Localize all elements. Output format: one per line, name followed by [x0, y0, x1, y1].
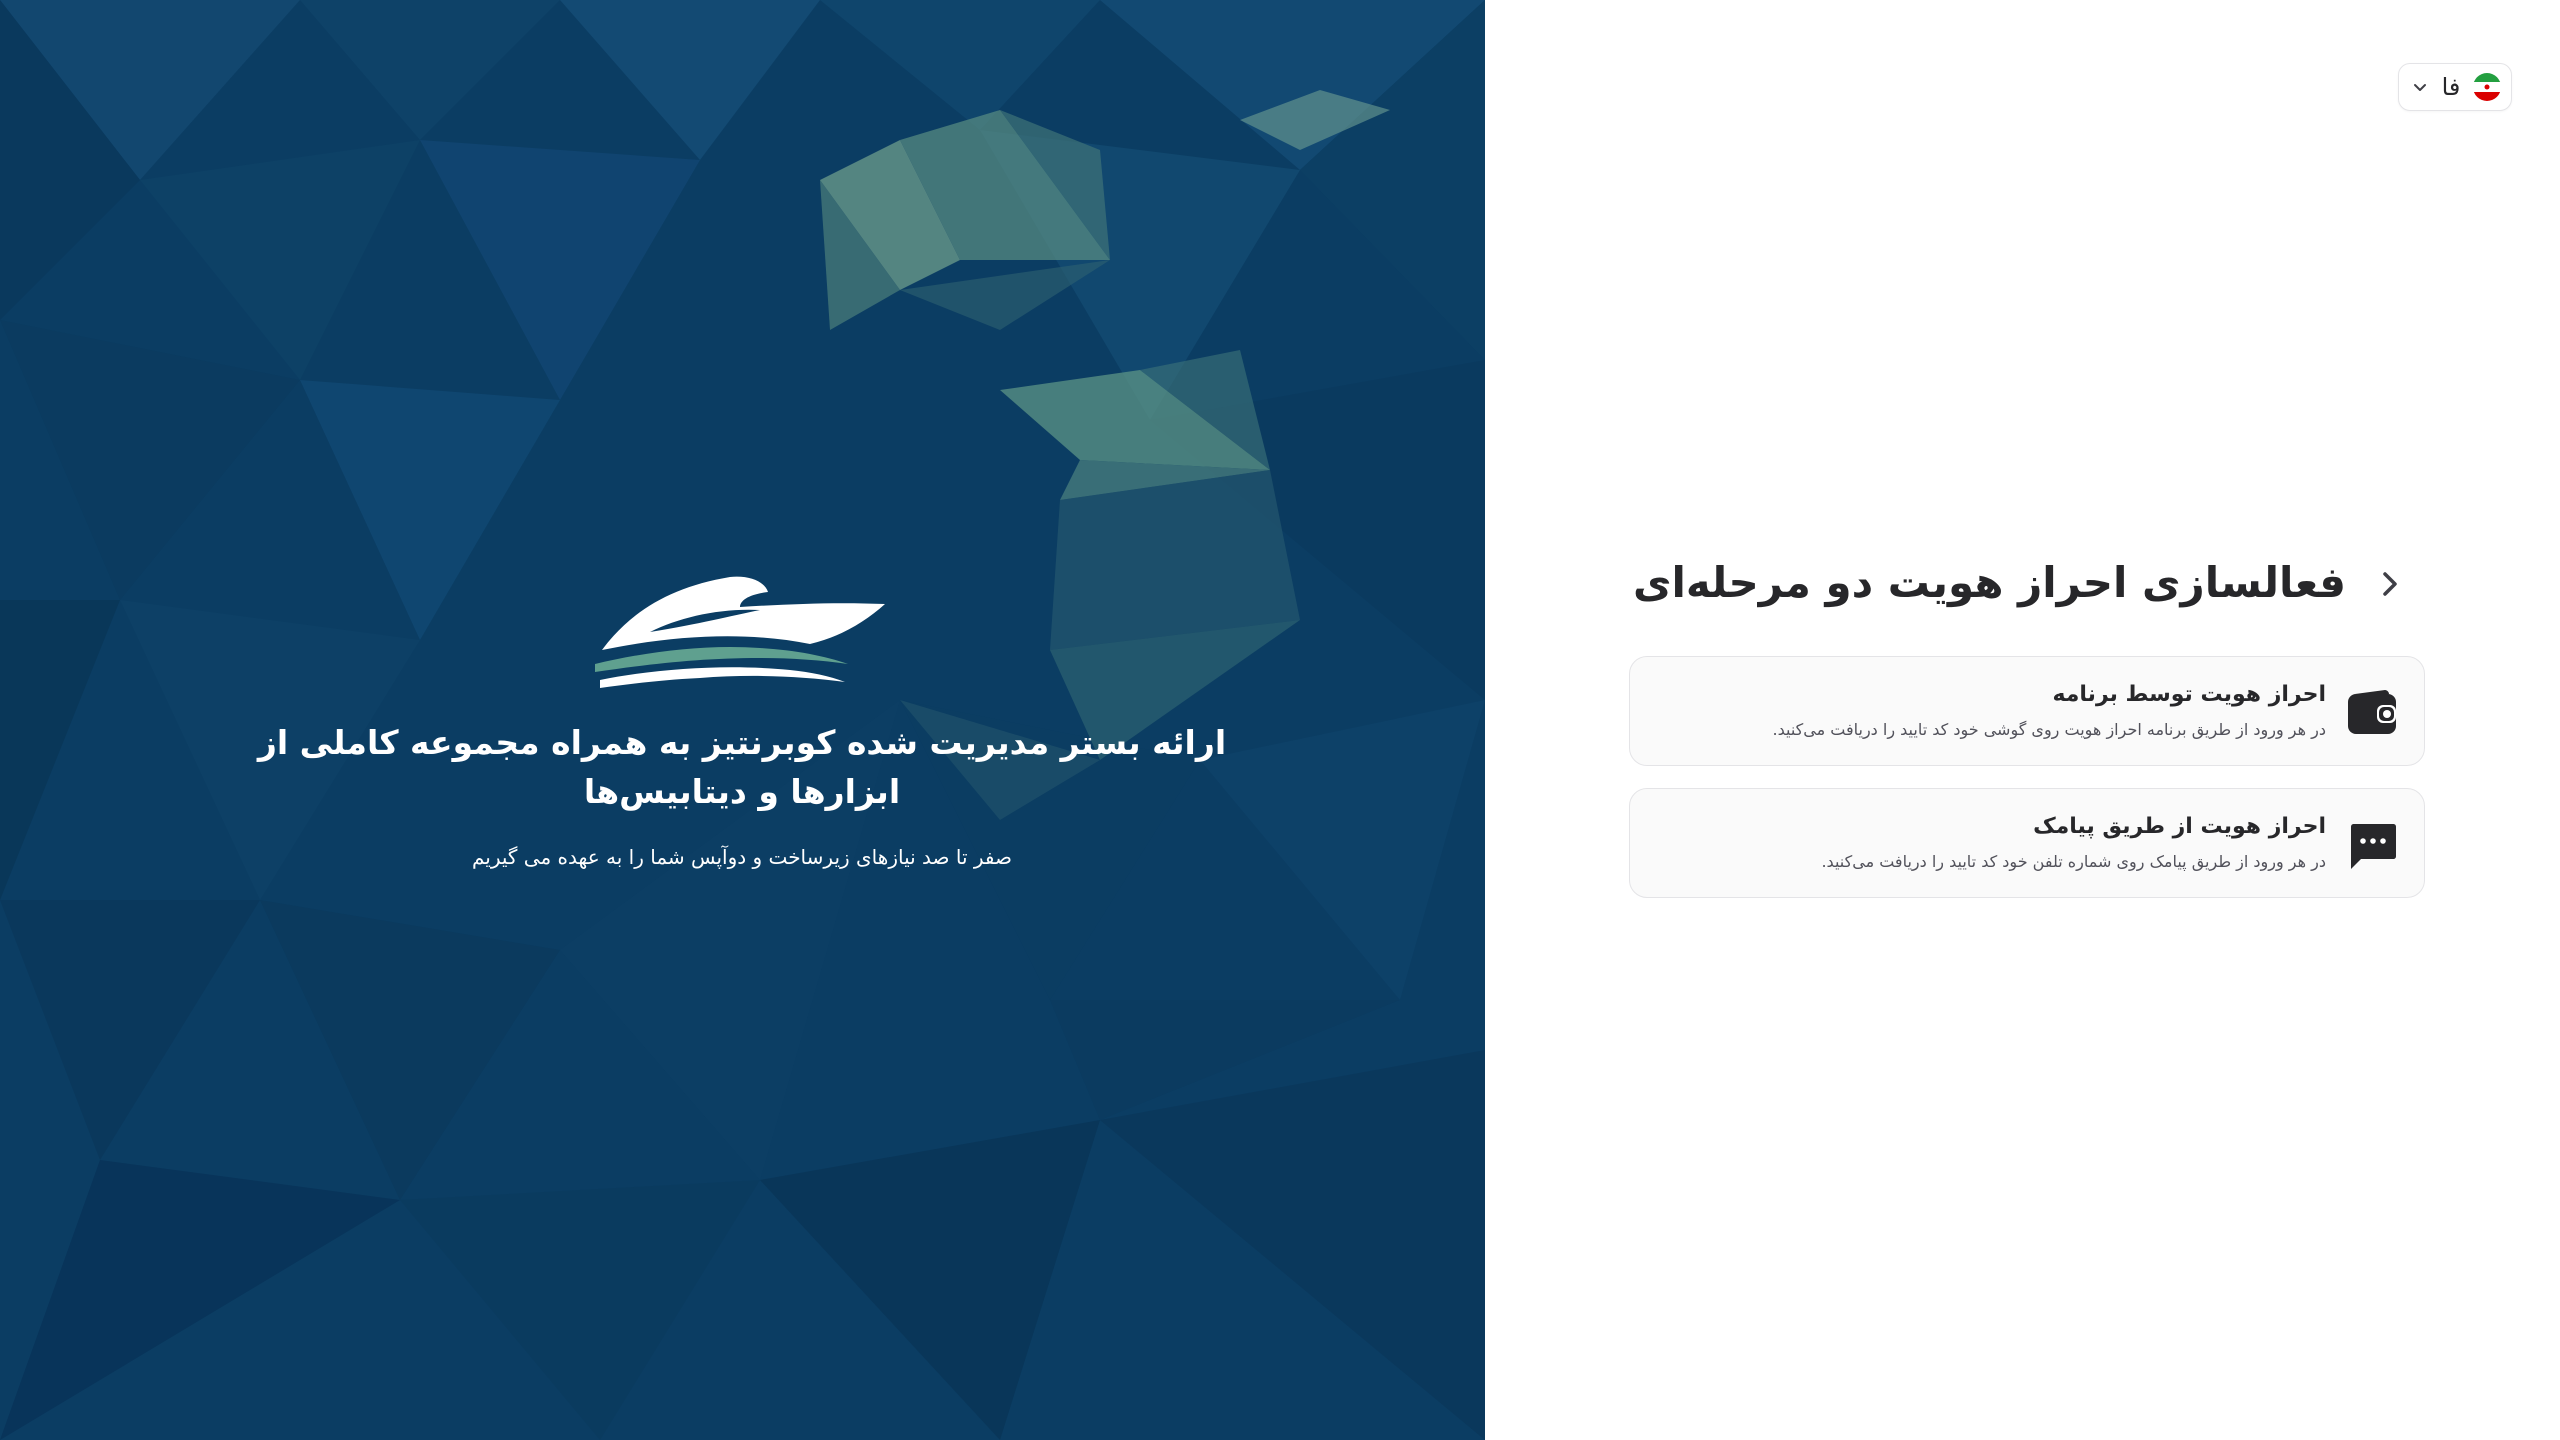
option-authenticator-app[interactable]: احراز هویت توسط برنامه در هر ورود از طری… [1629, 656, 2425, 766]
page-title: فعالسازی احراز هویت دو مرحله‌ای [1632, 558, 2346, 607]
chevron-right-icon [2383, 572, 2397, 596]
option-sms[interactable]: احراز هویت از طریق پیامک در هر ورود از ط… [1629, 788, 2425, 898]
page: ارائه بستر مدیریت شده کوبرنتیز به همراه … [0, 0, 2560, 1440]
hero-subtitle: صفر تا صد نیازهای زیرساخت و دوآپس شما را… [471, 845, 1013, 869]
iran-flag-icon [2472, 73, 2501, 101]
option-description: در هر ورود از طریق برنامه احراز هویت روی… [1772, 720, 2326, 739]
hero-panel: ارائه بستر مدیریت شده کوبرنتیز به همراه … [0, 0, 1485, 1440]
boat-logo-icon [595, 576, 885, 688]
hero-title: ارائه بستر مدیریت شده کوبرنتیز به همراه … [257, 723, 1227, 811]
option-title: احراز هویت توسط برنامه [2052, 682, 2326, 707]
language-selector[interactable]: فا [2398, 63, 2512, 111]
back-button[interactable] [2368, 562, 2412, 606]
sms-message-icon [2346, 819, 2398, 871]
option-description: در هر ورود از طریق پیامک روی شماره تلفن … [1821, 852, 2326, 871]
chevron-down-icon [2411, 78, 2429, 96]
wallet-icon [2346, 687, 2398, 739]
hero-content: ارائه بستر مدیریت شده کوبرنتیز به همراه … [0, 0, 1485, 1440]
language-label: فا [2441, 73, 2461, 101]
option-title: احراز هویت از طریق پیامک [2033, 814, 2326, 839]
